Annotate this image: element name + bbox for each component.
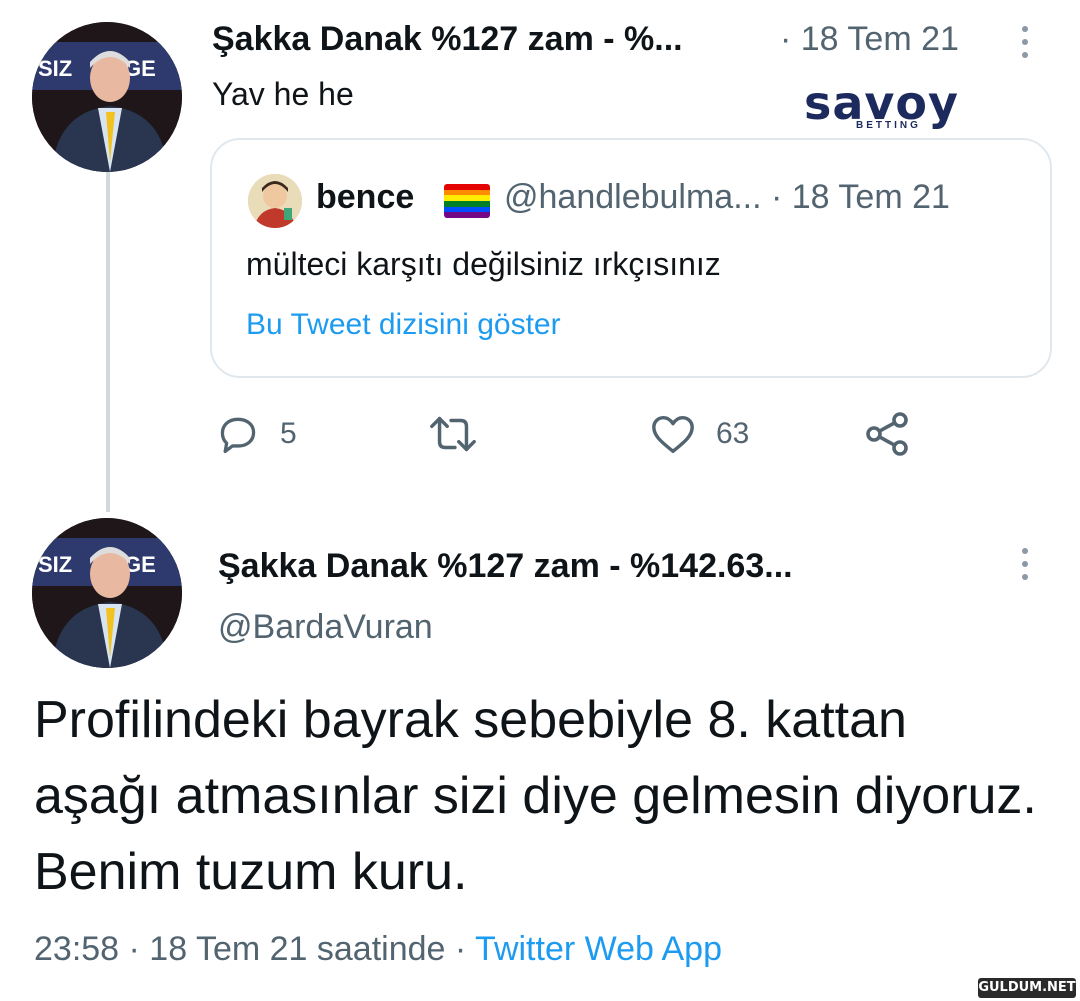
like-count: 63 xyxy=(716,417,750,450)
source-app-link[interactable]: Twitter Web App xyxy=(475,930,722,968)
quoted-avatar[interactable] xyxy=(248,174,302,228)
quoted-tweet[interactable]: bence @handlebulma... · 18 Tem 21 mültec… xyxy=(210,138,1052,378)
action-bar: 5 63 xyxy=(0,410,1080,458)
user-handle[interactable]: @BardaVuran xyxy=(218,608,433,647)
thread-line xyxy=(106,172,110,512)
display-name[interactable]: Şakka Danak %127 zam - %142.63... xyxy=(218,547,793,586)
quoted-text: mülteci karşıtı değilsiniz ırkçısınız xyxy=(246,246,721,282)
watermark-sub: BETTING xyxy=(856,120,921,131)
quoted-display-name[interactable]: bence xyxy=(316,178,414,217)
retweet-icon xyxy=(430,416,476,452)
tweet-text: Yav he he xyxy=(212,76,354,112)
more-options-icon[interactable] xyxy=(1022,548,1032,587)
reply-count: 5 xyxy=(280,417,297,450)
more-options-icon[interactable] xyxy=(1022,26,1032,65)
tweet-text: Profilindeki bayrak sebebiyle 8. kattan … xyxy=(34,691,1037,901)
avatar[interactable]: SIZ GE xyxy=(32,518,182,668)
rainbow-flag-icon xyxy=(444,184,490,218)
svg-text:SIZ: SIZ xyxy=(38,56,72,81)
savoy-watermark: savoy BETTING xyxy=(804,80,969,132)
reply-icon xyxy=(220,417,256,454)
retweet-button[interactable] xyxy=(428,410,498,458)
tweet-footer: 23:58 · 18 Tem 21 saatinde · Twitter Web… xyxy=(34,930,722,969)
share-icon xyxy=(866,412,908,456)
svg-text:SIZ: SIZ xyxy=(38,552,72,577)
show-thread-link[interactable]: Bu Tweet dizisini göster xyxy=(246,308,561,342)
quoted-handle-date[interactable]: @handlebulma... · 18 Tem 21 xyxy=(504,178,950,217)
tweet-timestamp[interactable]: 23:58 · 18 Tem 21 saatinde · xyxy=(34,930,475,968)
tweet-date[interactable]: · 18 Tem 21 xyxy=(780,20,959,59)
heart-icon xyxy=(652,415,694,453)
like-button[interactable]: 63 xyxy=(650,410,749,458)
avatar[interactable]: SIZ GE xyxy=(32,22,182,172)
display-name[interactable]: Şakka Danak %127 zam - %... xyxy=(212,20,683,59)
reply-button[interactable]: 5 xyxy=(216,410,297,458)
site-watermark: GULDUM.NET xyxy=(978,978,1076,998)
share-button[interactable] xyxy=(864,410,912,458)
